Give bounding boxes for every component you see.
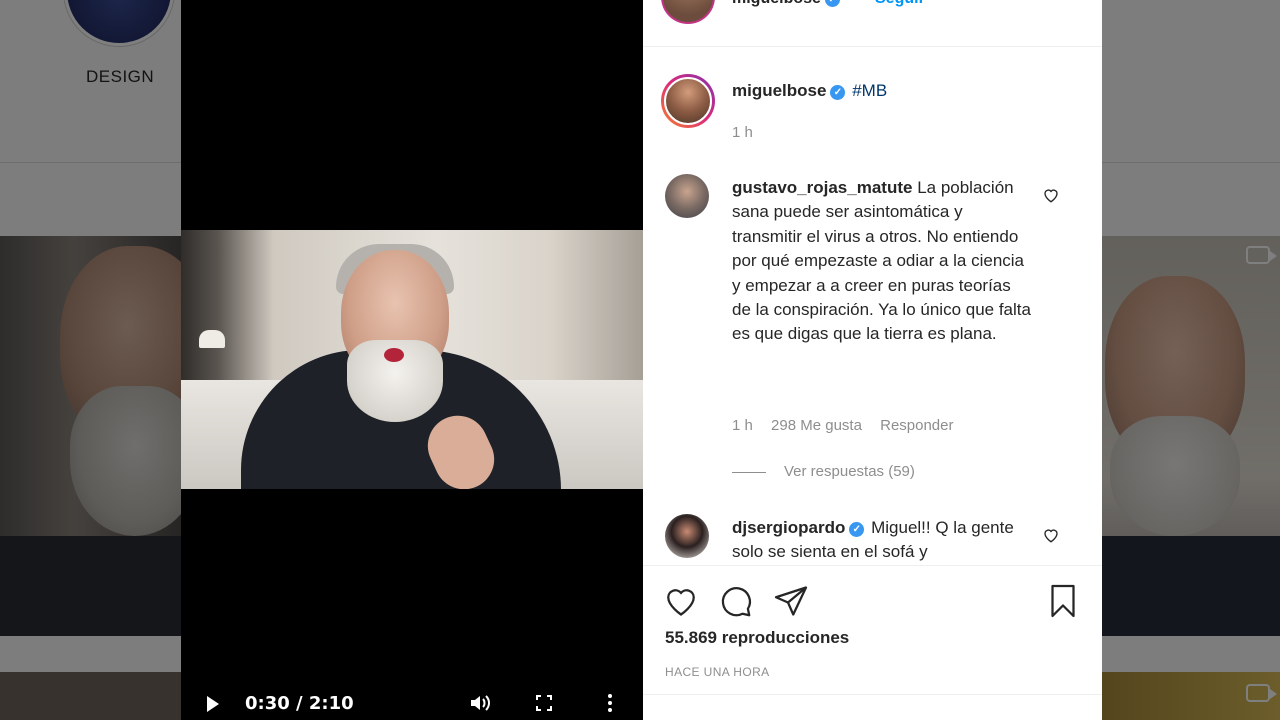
fullscreen-icon[interactable] — [536, 695, 552, 711]
hashtag-link[interactable]: #MB — [852, 81, 887, 100]
avatar[interactable] — [661, 0, 715, 24]
follow-button[interactable]: Seguir — [875, 0, 925, 8]
comment-avatar[interactable] — [665, 514, 709, 558]
volume-icon[interactable] — [469, 693, 491, 713]
caption-username[interactable]: miguelbose — [732, 81, 826, 100]
bookmark-icon[interactable] — [1045, 583, 1081, 619]
share-icon[interactable] — [773, 583, 809, 619]
comment-icon[interactable] — [717, 583, 753, 619]
view-replies-button[interactable]: Ver respuestas (59) — [732, 463, 915, 480]
comment-body: La población sana puede ser asintomática… — [732, 178, 1031, 344]
post-sidebar: miguelbose✓ Seguir ··· miguelbose✓ #MB 1… — [643, 0, 1102, 720]
video-player[interactable]: 0:30 / 2:10 — [181, 0, 643, 720]
replies-line — [732, 471, 766, 473]
comment-username[interactable]: djsergiopardo — [732, 518, 845, 537]
username-link[interactable]: miguelbose — [732, 0, 821, 7]
comment-username[interactable]: gustavo_rojas_matute — [732, 178, 912, 197]
post-actions: 55.869 reproducciones HACE UNA HORA — [643, 565, 1102, 720]
caption-avatar[interactable] — [661, 74, 715, 128]
vertical-dots-icon[interactable] — [605, 693, 615, 713]
header-username[interactable]: miguelbose✓ — [732, 0, 842, 8]
comment-avatar[interactable] — [665, 174, 709, 218]
verified-badge-icon: ✓ — [830, 85, 846, 100]
comment-like-heart-icon[interactable] — [1042, 526, 1060, 544]
verified-badge-icon: ✓ — [849, 522, 865, 537]
comment-like-heart-icon[interactable] — [1042, 186, 1060, 204]
post-timestamp[interactable]: HACE UNA HORA — [665, 665, 770, 679]
view-count[interactable]: 55.869 reproducciones — [665, 628, 849, 648]
comment-text: gustavo_rojas_matute La población sana p… — [732, 176, 1032, 347]
video-time: 0:30 / 2:10 — [245, 693, 354, 714]
comment-text: djsergiopardo ✓ Miguel!! Q la gente solo … — [732, 516, 1032, 565]
caption: miguelbose ✓ #MB — [732, 81, 887, 101]
caption-time: 1 h — [732, 124, 753, 141]
heart-icon[interactable] — [663, 583, 699, 619]
post-modal: 0:30 / 2:10 miguelbose✓ Seguir ··· — [181, 0, 1102, 720]
comment-likes[interactable]: 298 Me gusta — [771, 417, 862, 434]
video-frame[interactable] — [181, 230, 643, 489]
divider — [643, 694, 1102, 695]
verified-badge-icon: ✓ — [824, 0, 840, 7]
post-header: miguelbose✓ Seguir ··· — [643, 0, 1102, 47]
video-controls: 0:30 / 2:10 — [181, 690, 643, 718]
reply-button[interactable]: Responder — [880, 417, 953, 434]
view-replies-label[interactable]: Ver respuestas (59) — [784, 463, 915, 480]
comment-time[interactable]: 1 h — [732, 417, 753, 434]
play-icon[interactable] — [207, 696, 219, 712]
more-icon[interactable]: ··· — [1058, 0, 1074, 8]
comment-meta: 1 h 298 Me gusta Responder — [732, 417, 968, 434]
